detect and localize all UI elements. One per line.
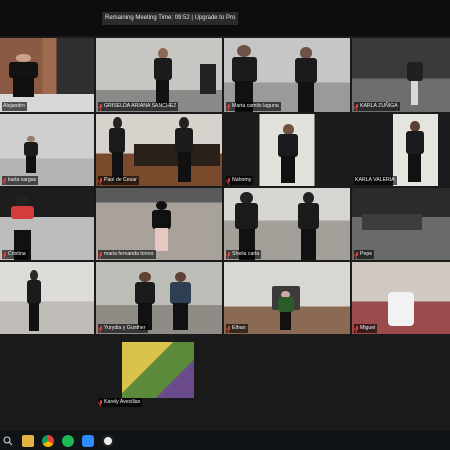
participant-name-label: Pepe [354, 250, 375, 259]
video-tile-karla-valeria[interactable]: KARLA VALERIA [352, 114, 450, 186]
muted-mic-icon [99, 177, 103, 184]
muted-mic-icon [227, 103, 231, 110]
chrome-icon[interactable] [42, 434, 54, 447]
participant-name-label: Miguel [354, 324, 378, 333]
sofa [362, 214, 422, 230]
participant-figure [24, 135, 39, 174]
video-tile-miguel[interactable]: Miguel [352, 262, 450, 334]
participant-name-label: GRISELDA ARIANA SANCHEZ [98, 102, 179, 111]
participant-figure [153, 48, 173, 107]
muted-mic-icon [99, 399, 103, 406]
video-tile-pepe[interactable]: Pepe [352, 188, 450, 260]
file-explorer-icon[interactable] [22, 434, 34, 447]
muted-mic-icon [355, 251, 359, 258]
video-tile-paul[interactable]: Paul de Cesar [96, 114, 222, 186]
participant-figure [406, 52, 424, 105]
video-tile-marta[interactable]: Marta camilo laguna [224, 38, 350, 112]
zoom-icon[interactable] [82, 434, 94, 447]
participant-name-label: Nahomy [226, 176, 254, 185]
muted-mic-icon [3, 251, 7, 258]
video-tile-karla-vargas[interactable]: karla vargas [0, 114, 94, 186]
video-tile-sheila[interactable]: Sheila carla [224, 188, 350, 260]
video-tile-ethan[interactable]: Ethan [224, 262, 350, 334]
remaining-time-banner[interactable]: Remaining Meeting Time: 09:52 | Upgrade … [102, 12, 239, 25]
speaker-object [200, 64, 216, 94]
participant-figure [277, 124, 300, 184]
participant-figure [109, 116, 127, 182]
participant-figure [174, 116, 194, 182]
participant-name-label: KARLA VALERIA [354, 176, 397, 185]
participant-name-label: Marta camilo laguna [226, 102, 281, 111]
muted-mic-icon [99, 103, 103, 110]
participant-figure [169, 272, 192, 330]
video-tile-karla-zuniga[interactable]: KARLA ZUÑIGA [352, 38, 450, 112]
participant-figure [297, 191, 320, 260]
muted-mic-icon [227, 251, 231, 258]
video-tile-alejandro[interactable]: Alejandro [0, 38, 94, 112]
participant-figure [134, 272, 157, 330]
video-tile-nahomy[interactable]: Nahomy [224, 114, 350, 186]
muted-mic-icon [227, 325, 231, 332]
participant-figure [151, 200, 171, 252]
video-tile-griselda[interactable]: GRISELDA ARIANA SANCHEZ [96, 38, 222, 112]
muted-mic-icon [227, 177, 231, 184]
participant-name-label: Karely Avecillas [98, 398, 143, 407]
video-frame [122, 342, 194, 398]
muted-mic-icon [3, 177, 7, 184]
muted-mic-icon [99, 325, 103, 332]
participant-figure [26, 269, 41, 332]
gallery-view-grid: Alejandro GRISELDA ARIANA SANCHEZ Marta … [0, 36, 450, 431]
search-icon[interactable] [2, 435, 14, 447]
muted-mic-icon [99, 251, 103, 258]
participant-figure [405, 121, 425, 182]
participant-name-label: KARLA ZUÑIGA [354, 102, 400, 111]
participant-name-label: karla vargas [2, 176, 39, 185]
spotify-icon[interactable] [62, 434, 74, 447]
video-tile-cristina[interactable]: Cristina [0, 188, 94, 260]
video-tile-maria-fernanda[interactable]: maria fernanda torres [96, 188, 222, 260]
participant-name-label: Yurydia y Gunther [98, 324, 148, 333]
participant-name-label: Paul de Cesar [98, 176, 139, 185]
participant-name-label: maria fernanda torres [98, 250, 156, 259]
participant-figure [293, 46, 318, 112]
video-feed [0, 262, 94, 334]
windows-taskbar [0, 431, 450, 450]
video-tile-unnamed[interactable] [0, 262, 94, 334]
participant-figure [277, 290, 295, 330]
muted-mic-icon [355, 103, 359, 110]
participant-name-label: Alejandro [2, 102, 27, 111]
participant-name-label: Ethan [226, 324, 248, 333]
video-feed [352, 38, 450, 112]
participant-figure [8, 54, 40, 98]
obs-icon[interactable] [102, 434, 114, 447]
meeting-top-bar: Remaining Meeting Time: 09:52 | Upgrade … [0, 0, 450, 36]
video-tile-karely[interactable]: Karely Avecillas [96, 336, 222, 408]
participant-name-label: Sheila carla [226, 250, 262, 259]
sneakers [388, 292, 414, 326]
participant-name-label: Cristina [2, 250, 28, 259]
muted-mic-icon [355, 325, 359, 332]
video-tile-yurydia[interactable]: Yurydia y Gunther [96, 262, 222, 334]
